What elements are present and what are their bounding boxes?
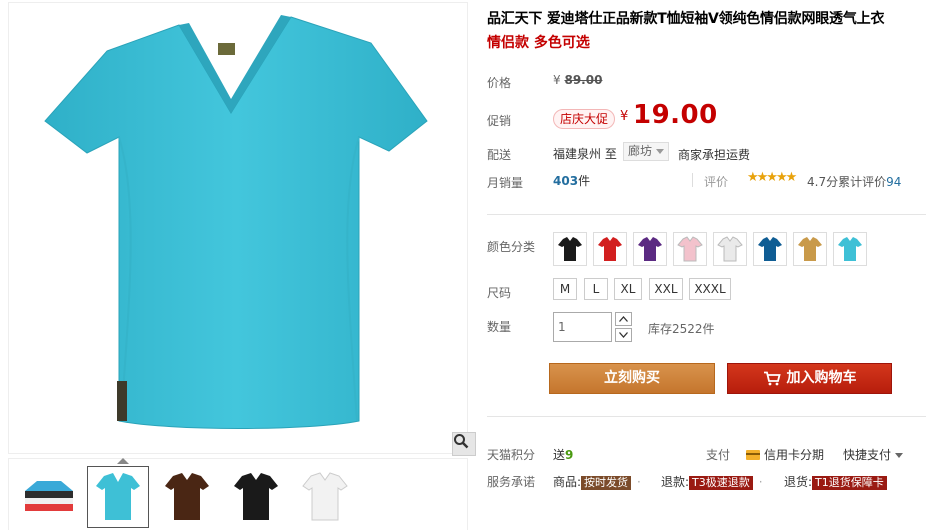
promo-label: 促销 — [487, 114, 512, 128]
color-swatch-sky-blue[interactable] — [833, 232, 867, 266]
color-swatch-red[interactable] — [593, 232, 627, 266]
color-swatch-purple[interactable] — [633, 232, 667, 266]
color-swatch-royal-blue[interactable] — [753, 232, 787, 266]
review-label: 评价 — [704, 175, 729, 189]
service-tag: 按时发货 — [581, 476, 632, 490]
product-title: 品汇天下 爱迪塔仕正品新款T恤短袖V领纯色情侣款网眼透气上衣 — [487, 11, 885, 27]
review-count: 94 — [886, 175, 902, 189]
thumbnail-strip — [8, 458, 468, 530]
main-product-image[interactable] — [8, 2, 476, 456]
cart-icon — [763, 371, 781, 386]
monthly-sales: 403件 — [553, 172, 590, 189]
magnifier-icon — [454, 434, 469, 449]
tshirt-swatch-icon — [677, 236, 703, 262]
monthly-sales-unit: 件 — [578, 174, 591, 188]
size-option-xxxl[interactable]: XXXL — [689, 278, 731, 300]
color-label: 颜色分类 — [487, 240, 536, 254]
service-item-refund[interactable]: 退款: T3极速退款 · — [661, 473, 763, 490]
price-label: 价格 — [487, 76, 512, 90]
product-subtitle: 情侣款 多色可选 — [487, 35, 590, 51]
tshirt-swatch-icon — [598, 237, 622, 261]
thumbnail-black[interactable] — [225, 466, 287, 528]
quick-pay-label: 快捷支付 — [843, 448, 892, 462]
credit-card-icon — [746, 449, 760, 460]
divider — [692, 173, 693, 187]
original-price-value: 89.00 — [564, 73, 603, 87]
chevron-up-icon — [619, 316, 628, 322]
stock-count: 库存2522件 — [648, 322, 715, 336]
size-option-xl[interactable]: XL — [614, 278, 642, 300]
points-label: 天猫积分 — [487, 448, 536, 462]
ship-from-location: 福建泉州 — [553, 147, 602, 161]
service-tag: T3极速退款 — [689, 476, 753, 490]
color-swatch-white[interactable] — [713, 232, 747, 266]
size-option-m[interactable]: M — [553, 278, 577, 300]
credit-card-installment[interactable]: 信用卡分期 — [746, 446, 824, 463]
monthly-sales-count: 403 — [553, 174, 579, 188]
separator-dot: · — [758, 475, 763, 489]
rating-score-text: 4.7分累计评价 — [807, 175, 887, 189]
service-label: 服务承诺 — [487, 475, 536, 489]
thumbnail-sky-blue[interactable] — [87, 466, 149, 528]
service-prefix: 商品: — [553, 475, 582, 489]
quick-pay-dropdown[interactable]: 快捷支付 — [843, 446, 904, 463]
tshirt-swatch-icon — [838, 237, 862, 261]
promo-price: 19.00 — [633, 100, 718, 130]
separator-dot: · — [637, 475, 641, 489]
chevron-down-icon — [619, 332, 628, 338]
quantity-input[interactable] — [553, 312, 612, 342]
thumbnail-white[interactable] — [294, 466, 356, 528]
service-item-return[interactable]: 退货: T1退货保障卡 — [784, 473, 887, 490]
buy-now-button[interactable]: 立刻购买 — [549, 363, 715, 394]
shipping-label: 配送 — [487, 148, 512, 162]
ship-to-selector[interactable]: 廊坊 — [623, 142, 670, 161]
zoom-button[interactable] — [452, 432, 476, 456]
color-swatch-pink[interactable] — [673, 232, 707, 266]
monthly-sales-label: 月销量 — [487, 176, 524, 190]
rating-summary[interactable]: 4.7分累计评价94 — [807, 173, 901, 190]
tshirt-swatch-icon — [558, 237, 582, 261]
promo-currency-symbol: ¥ — [620, 109, 629, 124]
quantity-increase-button[interactable] — [615, 312, 632, 326]
ship-from: 福建泉州 至 — [553, 145, 617, 162]
size-label: 尺码 — [487, 286, 512, 300]
active-thumb-arrow — [117, 458, 129, 464]
rating-stars: ★★★★★ — [747, 170, 797, 185]
points-reward: 送9 — [553, 446, 573, 463]
tshirt-swatch-icon — [717, 236, 743, 262]
service-prefix: 退货: — [784, 475, 813, 489]
size-option-l[interactable]: L — [584, 278, 608, 300]
points-value: 9 — [565, 448, 574, 462]
tshirt-swatch-icon — [798, 237, 822, 261]
color-swatch-khaki[interactable] — [793, 232, 827, 266]
thumbnail-brown[interactable] — [156, 466, 218, 528]
add-to-cart-label: 加入购物车 — [786, 370, 857, 386]
service-tag: T1退货保障卡 — [812, 476, 887, 490]
pay-label: 支付 — [706, 448, 731, 462]
original-price: ¥ 89.00 — [553, 73, 602, 87]
ship-to-location: 廊坊 — [628, 144, 653, 158]
add-to-cart-button[interactable]: 加入购物车 — [727, 363, 892, 394]
service-item-shipping[interactable]: 商品: 按时发货 · — [553, 473, 641, 490]
size-option-xxl[interactable]: XXL — [649, 278, 683, 300]
chevron-down-icon — [895, 453, 904, 458]
tshirt-illustration — [44, 15, 428, 429]
divider — [487, 214, 926, 215]
shipping-fee: 商家承担运费 — [678, 148, 751, 162]
service-prefix: 退款: — [661, 475, 690, 489]
color-swatch-black[interactable] — [553, 232, 587, 266]
quantity-label: 数量 — [487, 320, 512, 334]
currency-symbol: ¥ — [553, 73, 561, 87]
chevron-down-icon — [656, 149, 665, 154]
tshirt-swatch-icon — [758, 237, 782, 261]
thumbnail-folded-stack[interactable] — [18, 466, 80, 528]
divider — [487, 416, 926, 417]
ship-to-word: 至 — [604, 147, 617, 161]
promo-badge: 店庆大促 — [553, 109, 616, 129]
quantity-decrease-button[interactable] — [615, 328, 632, 342]
points-prefix: 送 — [553, 448, 566, 462]
credit-card-label: 信用卡分期 — [764, 448, 825, 462]
tshirt-swatch-icon — [638, 237, 662, 261]
